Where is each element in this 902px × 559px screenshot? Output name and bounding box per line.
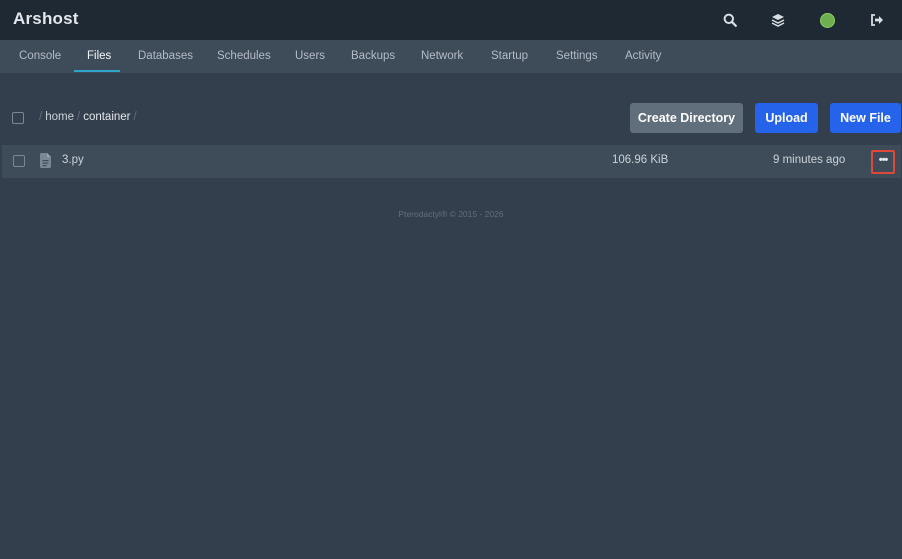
breadcrumb-separator: / [76,111,81,123]
search-icon[interactable] [721,11,739,29]
file-row[interactable]: 3.py 106.96 KiB 9 minutes ago ••• [2,145,901,178]
create-directory-button[interactable]: Create Directory [630,103,743,133]
tab-files[interactable]: Files [87,40,111,73]
logout-icon[interactable] [868,11,886,29]
tab-schedules[interactable]: Schedules [217,40,271,73]
avatar [819,12,835,28]
new-file-button[interactable]: New File [830,103,901,133]
tab-backups[interactable]: Backups [351,40,395,73]
footer-copyright: Pterodactyl® © 2015 - 2026 [398,209,504,219]
tab-databases[interactable]: Databases [138,40,193,73]
layers-icon[interactable] [769,11,787,29]
file-name[interactable]: 3.py [62,154,84,166]
select-all-checkbox[interactable] [12,112,24,124]
upload-button[interactable]: Upload [755,103,818,133]
breadcrumb-home[interactable]: home [45,111,74,123]
server-nav: Console Files Databases Schedules Users … [0,40,902,73]
file-modified: 9 minutes ago [773,154,846,166]
file-checkbox[interactable] [13,155,25,167]
user-avatar[interactable] [818,11,836,29]
tab-startup[interactable]: Startup [491,40,528,73]
more-horizontal-icon: ••• [878,153,889,166]
tab-activity[interactable]: Activity [625,40,661,73]
breadcrumb: / home / container / [36,111,140,123]
tab-users[interactable]: Users [295,40,325,73]
breadcrumb-container[interactable]: container [83,111,130,123]
breadcrumb-separator: / [39,111,43,123]
file-text-icon [40,153,51,173]
tab-network[interactable]: Network [421,40,463,73]
file-size: 106.96 KiB [612,154,669,166]
brand-title[interactable]: Arshost [13,9,79,29]
file-actions-button[interactable]: ••• [871,150,895,174]
tab-settings[interactable]: Settings [556,40,598,73]
breadcrumb-separator: / [133,111,137,123]
top-header: Arshost [0,0,902,40]
active-tab-indicator [74,70,120,72]
tab-console[interactable]: Console [19,40,61,73]
